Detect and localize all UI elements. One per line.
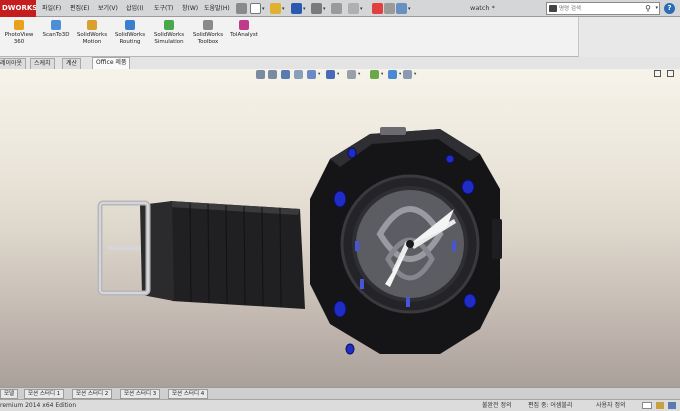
solidworks-routing-button[interactable]: SolidWorks Routing bbox=[112, 20, 148, 46]
scanto3d-button[interactable]: ScanTo3D bbox=[40, 20, 72, 39]
options-dropdown-icon[interactable]: ▾ bbox=[408, 6, 411, 12]
status-help-icon[interactable] bbox=[668, 402, 676, 409]
search-input[interactable] bbox=[559, 4, 643, 13]
photoview-label: PhotoView 360 bbox=[4, 32, 34, 45]
status-edition: remium 2014 x64 Edition bbox=[0, 402, 77, 409]
edit-appearance-icon[interactable] bbox=[370, 70, 379, 79]
graphics-viewport[interactable]: ▾ ▾ ▾ ▾ ▾ ▾ bbox=[0, 69, 680, 387]
solidworks-motion-button[interactable]: SolidWorks Motion bbox=[74, 20, 110, 46]
tab-motion-study-1[interactable]: 모션 스터디 1 bbox=[24, 389, 65, 399]
watch-crown bbox=[380, 127, 406, 135]
status-editing: 편집 중: 어셈블리 bbox=[528, 402, 573, 409]
select-arrow-icon[interactable] bbox=[348, 3, 359, 14]
tolanalyst-label: TolAnalyst bbox=[230, 32, 258, 38]
search-commands-box[interactable]: ⚲ ▾ bbox=[546, 2, 660, 15]
section-view-icon[interactable] bbox=[294, 70, 303, 79]
menu-view[interactable]: 보기(V) bbox=[98, 3, 118, 14]
display-style-dropdown-icon[interactable]: ▾ bbox=[337, 72, 339, 77]
hide-show-dropdown-icon[interactable]: ▾ bbox=[358, 72, 360, 77]
tab-office-products[interactable]: Office 제품 bbox=[92, 57, 131, 69]
document-title: watch * bbox=[470, 4, 495, 12]
title-menu-bar: DWORKS 파일(F) 편집(E) 보기(V) 삽입(I) 도구(T) 창(W… bbox=[0, 0, 680, 17]
routing-label: SolidWorks Routing bbox=[114, 32, 146, 45]
print-dropdown-icon[interactable]: ▾ bbox=[323, 6, 326, 12]
open-dropdown-icon[interactable]: ▾ bbox=[282, 6, 285, 12]
status-notify-icon[interactable] bbox=[656, 402, 664, 409]
tab-motion-study-2[interactable]: 모션 스터디 2 bbox=[72, 389, 113, 399]
watch-3d-model[interactable] bbox=[0, 69, 680, 387]
model-motion-tabs: 모델 모션 스터디 1 모션 스터디 2 모션 스터디 3 모션 스터디 4 bbox=[0, 387, 680, 399]
print-icon[interactable] bbox=[311, 3, 322, 14]
zoom-to-fit-icon[interactable] bbox=[256, 70, 265, 79]
viewport-maximize-icon[interactable] bbox=[667, 70, 674, 77]
tab-motion-study-4[interactable]: 모션 스터디 4 bbox=[168, 389, 209, 399]
file-properties-icon[interactable] bbox=[384, 3, 395, 14]
viewport-tile-icon[interactable] bbox=[654, 70, 661, 77]
tolanalyst-icon bbox=[239, 20, 249, 30]
menu-edit[interactable]: 편집(E) bbox=[70, 3, 90, 14]
save-icon[interactable] bbox=[291, 3, 302, 14]
tab-motion-study-3[interactable]: 모션 스터디 3 bbox=[120, 389, 161, 399]
menu-window[interactable]: 창(W) bbox=[182, 3, 198, 14]
search-dropdown-icon[interactable]: ▾ bbox=[655, 5, 658, 11]
menu-help[interactable]: 도움말(H) bbox=[204, 3, 230, 14]
simulation-icon bbox=[164, 20, 174, 30]
routing-icon bbox=[125, 20, 135, 30]
photoview-360-button[interactable]: PhotoView 360 bbox=[4, 20, 34, 46]
tab-evaluate[interactable]: 계산 bbox=[62, 58, 82, 69]
command-manager: PhotoView 360 ScanTo3D SolidWorks Motion… bbox=[0, 17, 680, 57]
search-commands-icon bbox=[549, 5, 557, 12]
menu-insert[interactable]: 삽입(I) bbox=[126, 3, 144, 14]
menu-tools[interactable]: 도구(T) bbox=[154, 3, 173, 14]
status-bar: remium 2014 x64 Edition 불완전 정의 편집 중: 어셈블… bbox=[0, 399, 680, 411]
scanto3d-icon bbox=[51, 20, 61, 30]
open-folder-icon[interactable] bbox=[270, 3, 281, 14]
new-document-icon[interactable] bbox=[250, 3, 261, 14]
solidworks-simulation-button[interactable]: SolidWorks Simulation bbox=[150, 20, 188, 46]
rebuild-icon[interactable] bbox=[372, 3, 383, 14]
pin-icon[interactable] bbox=[236, 3, 247, 14]
tab-layout[interactable]: 레이아웃 bbox=[0, 58, 27, 69]
command-manager-right-panel bbox=[578, 17, 680, 57]
toolbox-icon bbox=[203, 20, 213, 30]
undo-icon[interactable] bbox=[331, 3, 342, 14]
display-style-icon[interactable] bbox=[326, 70, 335, 79]
heads-up-view-toolbar: ▾ ▾ ▾ ▾ ▾ ▾ bbox=[0, 69, 680, 81]
scene-dropdown-icon[interactable]: ▾ bbox=[399, 72, 401, 77]
help-icon[interactable]: ? bbox=[664, 3, 675, 14]
options-icon[interactable] bbox=[396, 3, 407, 14]
search-icon[interactable]: ⚲ bbox=[645, 4, 651, 13]
status-units[interactable]: 사용자 정의 bbox=[596, 402, 626, 410]
motion-icon bbox=[87, 20, 97, 30]
watch-strap-end bbox=[140, 201, 174, 301]
zoom-to-area-icon[interactable] bbox=[268, 70, 277, 79]
save-dropdown-icon[interactable]: ▾ bbox=[303, 6, 306, 12]
tab-sketch[interactable]: 스케치 bbox=[30, 58, 55, 69]
new-dropdown-icon[interactable]: ▾ bbox=[262, 6, 265, 12]
command-tabs: 레이아웃 스케치 계산 Office 제품 bbox=[0, 57, 680, 69]
tolanalyst-button[interactable]: TolAnalyst bbox=[228, 20, 260, 39]
view-settings-dropdown-icon[interactable]: ▾ bbox=[414, 72, 416, 77]
view-orientation-dropdown-icon[interactable]: ▾ bbox=[318, 72, 320, 77]
motion-label: SolidWorks Motion bbox=[76, 32, 108, 45]
status-definition: 불완전 정의 bbox=[482, 402, 512, 409]
select-dropdown-icon[interactable]: ▾ bbox=[360, 6, 363, 12]
hide-show-items-icon[interactable] bbox=[347, 70, 356, 79]
previous-view-icon[interactable] bbox=[281, 70, 290, 79]
view-settings-icon[interactable] bbox=[403, 70, 412, 79]
status-units-icon[interactable] bbox=[642, 402, 652, 409]
menu-file[interactable]: 파일(F) bbox=[42, 3, 61, 14]
solidworks-toolbox-button[interactable]: SolidWorks Toolbox bbox=[190, 20, 226, 46]
photoview-icon bbox=[14, 20, 24, 30]
apply-scene-icon[interactable] bbox=[388, 70, 397, 79]
solidworks-logo: DWORKS bbox=[0, 0, 36, 17]
view-orientation-icon[interactable] bbox=[307, 70, 316, 79]
tab-model[interactable]: 모델 bbox=[0, 389, 19, 399]
toolbox-label: SolidWorks Toolbox bbox=[192, 32, 224, 45]
simulation-label: SolidWorks Simulation bbox=[153, 32, 185, 45]
appearance-dropdown-icon[interactable]: ▾ bbox=[381, 72, 383, 77]
scanto3d-label: ScanTo3D bbox=[42, 32, 70, 38]
